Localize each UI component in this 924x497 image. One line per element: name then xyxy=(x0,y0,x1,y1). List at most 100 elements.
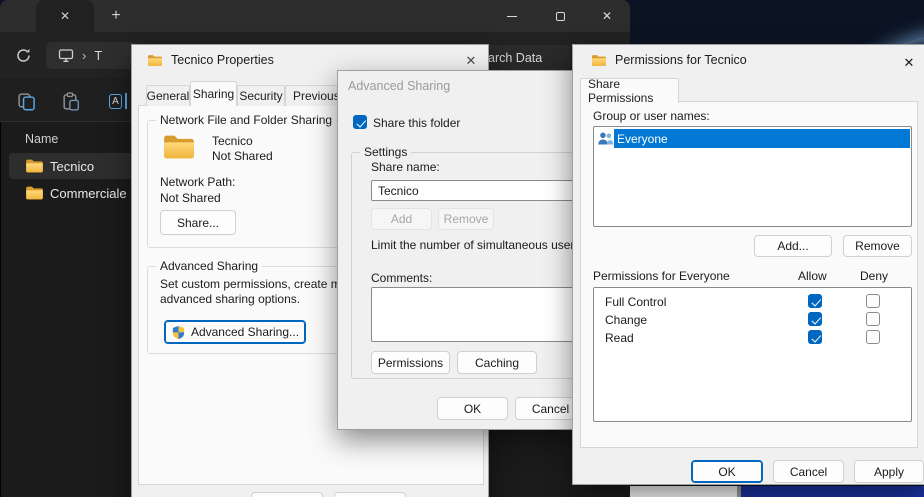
folder-icon xyxy=(25,158,44,174)
folder-icon xyxy=(25,185,44,201)
partial-cancel-button[interactable] xyxy=(334,492,406,497)
limit-users-label: Limit the number of simultaneous users t… xyxy=(371,238,597,252)
deny-column-header: Deny xyxy=(860,269,888,283)
shared-item-status: Not Shared xyxy=(212,149,273,163)
properties-close-button[interactable]: ✕ xyxy=(462,52,480,70)
copy-icon xyxy=(17,92,36,111)
refresh-button[interactable] xyxy=(8,40,38,70)
paste-button[interactable] xyxy=(56,88,84,114)
screen: ✕ + ✕ › T arch Da xyxy=(0,0,924,497)
add-share-button[interactable]: Add xyxy=(371,208,432,230)
folder-icon xyxy=(591,54,607,67)
remove-group-button[interactable]: Remove xyxy=(843,235,912,257)
close-button[interactable]: ✕ xyxy=(587,0,627,32)
file-name: Commerciale xyxy=(50,186,127,201)
column-header-name[interactable]: Name xyxy=(25,132,58,146)
advanced-dialog-title-bar: Advanced Sharing xyxy=(338,71,581,101)
comments-label: Comments: xyxy=(371,271,432,285)
partial-ok-button[interactable] xyxy=(251,492,323,497)
uac-shield-icon xyxy=(171,325,186,340)
breadcrumb-device-label: T xyxy=(94,48,102,63)
advanced-desc-line1: Set custom permissions, create multip xyxy=(160,277,363,291)
breadcrumb[interactable]: › T xyxy=(46,42,138,69)
permission-label: Full Control xyxy=(605,295,666,309)
search-input[interactable]: arch Data xyxy=(484,45,570,71)
allow-checkbox-change[interactable] xyxy=(808,312,822,326)
list-item-everyone[interactable]: Everyone xyxy=(595,129,910,148)
paste-icon xyxy=(61,92,80,111)
rename-icon: A xyxy=(109,94,122,109)
deny-checkbox-full-control[interactable] xyxy=(866,294,880,308)
share-name-input[interactable]: Tecnico xyxy=(371,180,577,201)
tab-general[interactable]: General xyxy=(146,85,190,106)
share-name-value: Tecnico xyxy=(378,184,419,198)
permissions-dialog-title: Permissions for Tecnico xyxy=(615,53,747,67)
properties-dialog-title: Tecnico Properties xyxy=(171,53,274,67)
this-pc-icon xyxy=(58,48,74,63)
permissions-ok-button[interactable]: OK xyxy=(691,460,763,483)
advanced-sharing-dialog: Advanced Sharing Share this folder Setti… xyxy=(337,70,582,430)
permissions-cancel-button[interactable]: Cancel xyxy=(773,460,844,483)
maximize-icon xyxy=(556,12,565,21)
share-this-folder-checkbox[interactable] xyxy=(353,115,367,129)
folder-icon xyxy=(162,133,196,161)
remove-share-button[interactable]: Remove xyxy=(438,208,494,230)
add-group-button[interactable]: Add... xyxy=(754,235,832,257)
advanced-ok-button[interactable]: OK xyxy=(437,397,508,420)
network-path-label: Network Path: xyxy=(160,175,235,189)
share-name-label: Share name: xyxy=(371,160,440,174)
tab-sharing[interactable]: Sharing xyxy=(190,81,237,106)
tab-security[interactable]: Security xyxy=(237,85,285,106)
file-name: Tecnico xyxy=(50,159,94,174)
group-user-listbox[interactable]: Everyone xyxy=(593,126,912,227)
comments-textarea[interactable] xyxy=(371,287,577,342)
breadcrumb-chevron-icon: › xyxy=(82,48,86,63)
tab-close-icon[interactable]: ✕ xyxy=(60,9,70,23)
network-sharing-group-title: Network File and Folder Sharing xyxy=(156,113,336,127)
permissions-button[interactable]: Permissions xyxy=(371,351,450,374)
new-tab-button[interactable]: + xyxy=(104,4,128,28)
allow-checkbox-full-control[interactable] xyxy=(808,294,822,308)
explorer-tab[interactable]: ✕ xyxy=(36,0,94,32)
text-cursor-icon xyxy=(125,93,127,109)
permission-row-full-control: Full Control xyxy=(594,294,911,312)
deny-checkbox-change[interactable] xyxy=(866,312,880,326)
settings-group-title: Settings xyxy=(360,145,411,159)
tab-share-permissions[interactable]: Share Permissions xyxy=(580,78,679,103)
settings-group: Settings Share name: Tecnico Add Remove … xyxy=(351,152,577,379)
permission-row-read: Read xyxy=(594,330,911,348)
caching-button[interactable]: Caching xyxy=(457,351,537,374)
network-path-value: Not Shared xyxy=(160,191,221,205)
maximize-button[interactable] xyxy=(540,0,580,32)
permissions-dialog: Permissions for Tecnico ✕ Share Permissi… xyxy=(572,44,924,485)
group-users-icon xyxy=(597,131,614,146)
permission-label: Change xyxy=(605,313,647,327)
minimize-button[interactable] xyxy=(492,0,532,32)
group-name: Everyone xyxy=(614,129,910,148)
refresh-icon xyxy=(15,47,32,64)
permissions-apply-button[interactable]: Apply xyxy=(854,460,924,483)
deny-checkbox-read[interactable] xyxy=(866,330,880,344)
background-window-sliver xyxy=(630,486,737,497)
copy-button[interactable] xyxy=(12,88,40,114)
advanced-desc-line2: advanced sharing options. xyxy=(160,292,300,306)
rename-button[interactable]: A xyxy=(103,88,133,114)
explorer-tab-bar: ✕ + ✕ xyxy=(0,0,630,32)
minimize-icon xyxy=(507,16,517,17)
advanced-sharing-group-title: Advanced Sharing xyxy=(156,259,262,273)
advanced-sharing-button-label: Advanced Sharing... xyxy=(191,325,299,339)
permission-label: Read xyxy=(605,331,634,345)
wallpaper-blue-band xyxy=(741,486,924,497)
permissions-title-bar: Permissions for Tecnico xyxy=(573,45,924,75)
permission-row-change: Change xyxy=(594,312,911,330)
permissions-for-label: Permissions for Everyone xyxy=(593,269,730,283)
allow-checkbox-read[interactable] xyxy=(808,330,822,344)
search-text: arch Data xyxy=(488,51,542,65)
advanced-sharing-button[interactable]: Advanced Sharing... xyxy=(164,320,306,344)
permissions-listbox[interactable]: Full Control Change Read xyxy=(593,287,912,422)
folder-icon xyxy=(147,54,163,67)
advanced-dialog-title: Advanced Sharing xyxy=(348,79,450,93)
share-button[interactable]: Share... xyxy=(160,210,236,235)
share-this-folder-label: Share this folder xyxy=(373,116,460,130)
permissions-close-button[interactable]: ✕ xyxy=(900,54,918,72)
